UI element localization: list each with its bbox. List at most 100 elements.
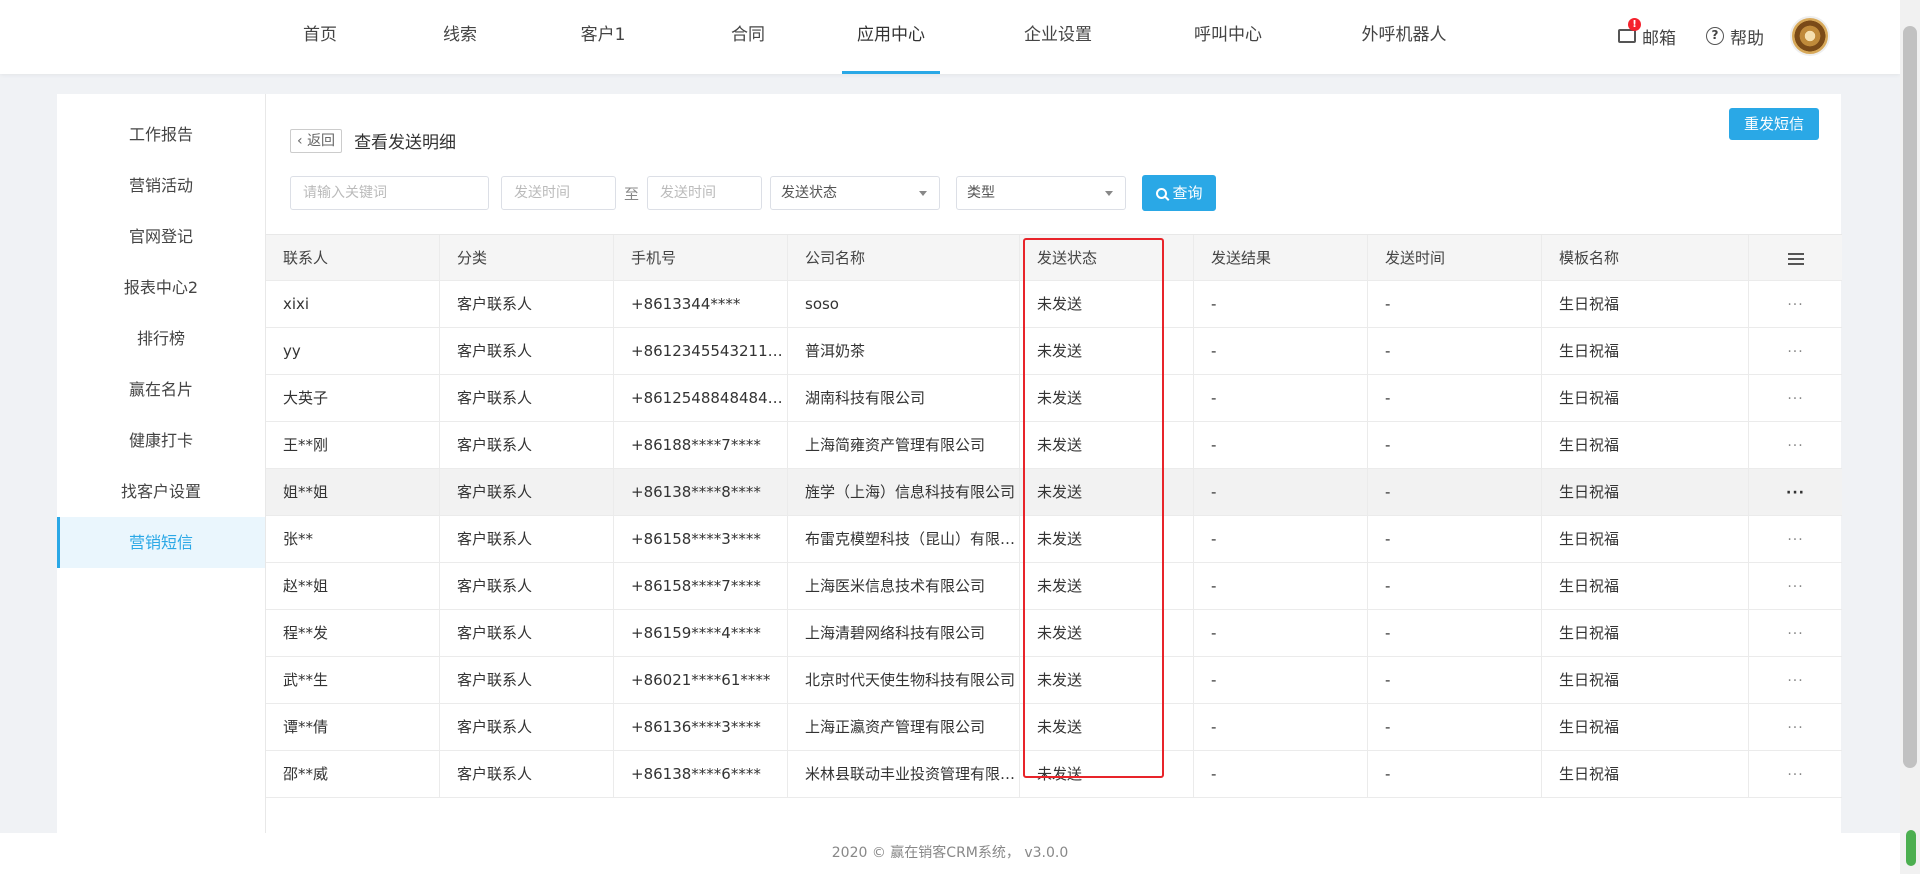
sidebar-item-business-card[interactable]: 赢在名片 (57, 364, 265, 415)
cell-category: 客户联系人 (440, 704, 614, 750)
keyword-input[interactable] (290, 176, 489, 210)
nav-item-app-center[interactable]: 应用中心 (842, 0, 940, 74)
main-panel: 重发短信 ‹ 返回 查看发送明细 至 发送状态 类型 查询 联系人 分类 手机号 (265, 94, 1842, 834)
cell-send-result: - (1194, 657, 1368, 703)
table-row[interactable]: 武**生 客户联系人 +86021****61**** 北京时代天使生物科技有限公司未… (266, 657, 1842, 704)
cell-template: 生日祝福 (1542, 751, 1749, 797)
sidebar-item-marketing-activity[interactable]: 营销活动 (57, 160, 265, 211)
cell-send-result: - (1194, 328, 1368, 374)
more-actions-icon[interactable]: ··· (1787, 673, 1803, 689)
sidebar-item-marketing-sms[interactable]: 营销短信 (57, 517, 265, 568)
help-icon: ? (1706, 27, 1724, 45)
cell-send-status: 未发送 (1020, 751, 1194, 797)
row-actions-cell: ··· (1749, 704, 1842, 750)
status-select[interactable]: 发送状态 (770, 176, 941, 210)
back-button[interactable]: ‹ 返回 (290, 128, 343, 153)
cell-phone: +86158****7**** (614, 563, 788, 609)
table-row[interactable]: 谭**倩 客户联系人 +86136****3**** 上海正瀛资产管理有限公司 未发送 -… (266, 704, 1842, 751)
cell-send-result: - (1194, 610, 1368, 656)
column-header-send-result: 发送结果 (1194, 235, 1368, 280)
nav-item-call-center[interactable]: 呼叫中心 (1170, 0, 1286, 74)
cell-company: 布雷克模塑科技（昆山）有限公司 (788, 516, 1020, 562)
sidebar-item-website-registration[interactable]: 官网登记 (57, 211, 265, 262)
cell-phone: +86158****3**** (614, 516, 788, 562)
cell-send-status: 未发送 (1020, 563, 1194, 609)
table-header: 联系人 分类 手机号 公司名称 发送状态 发送结果 发送时间 模板名称 (266, 234, 1842, 281)
cell-send-time: - (1368, 704, 1542, 750)
table-row[interactable]: yy客户联系人+86123455432112****普洱奶茶未发送--生日祝福·… (266, 328, 1842, 375)
more-actions-icon[interactable]: ··· (1787, 344, 1803, 360)
table-row[interactable]: 邵**威 客户联系人 +86138****6**** 米林县联动丰业投资管理有限公司未… (266, 751, 1842, 798)
cell-contact: 程**发 (266, 610, 440, 656)
more-actions-icon[interactable]: ··· (1787, 532, 1803, 548)
scrollbar-thumb[interactable] (1903, 26, 1917, 768)
cell-company: 米林县联动丰业投资管理有限公司 (788, 751, 1020, 797)
type-select[interactable]: 类型 (956, 176, 1127, 210)
more-actions-icon[interactable]: ··· (1787, 626, 1803, 642)
more-actions-icon[interactable]: ··· (1787, 438, 1803, 454)
nav-item-home[interactable]: 首页 (250, 0, 390, 74)
nav-item-leads[interactable]: 线索 (390, 0, 530, 74)
mailbox-button[interactable]: ! 邮箱 (1618, 17, 1676, 49)
cell-phone: +86138****6**** (614, 751, 788, 797)
table-row[interactable]: xixi 客户联系人 +8613344**** soso 未发送 - - 生日祝福 ··· (266, 281, 1842, 328)
list-icon (1787, 252, 1804, 265)
cell-category: 客户联系人 (440, 610, 614, 656)
sidebar: 工作报告 营销活动 官网登记 报表中心2 排行榜 赢在名片 健康打卡 找客户设置… (57, 94, 265, 834)
cell-send-result: - (1194, 375, 1368, 421)
more-actions-icon[interactable]: ··· (1787, 579, 1803, 595)
cell-template: 生日祝福 (1542, 375, 1749, 421)
table-row[interactable]: 程**发 客户联系人 +86159****4**** 上海清碧网络科技有限公司 未发送 -… (266, 610, 1842, 657)
cell-category: 客户联系人 (440, 516, 614, 562)
nav-item-contracts[interactable]: 合同 (676, 0, 820, 74)
cell-contact: xixi (266, 281, 440, 327)
cell-send-result: - (1194, 422, 1368, 468)
resend-sms-button[interactable]: 重发短信 (1729, 108, 1819, 140)
cell-template: 生日祝福 (1542, 281, 1749, 327)
table-row[interactable]: 大英子客户联系人+86125488484848****湖南科技有限公司未发送--… (266, 375, 1842, 422)
nav-item-customers[interactable]: 客户1 (530, 0, 676, 74)
sidebar-item-health-checkin[interactable]: 健康打卡 (57, 415, 265, 466)
column-header-template: 模板名称 (1542, 235, 1749, 280)
top-navbar: 首页 线索 客户1 合同 应用中心 企业设置 呼叫中心 外呼机器人 ! 邮箱 ?… (0, 0, 1900, 74)
avatar[interactable] (1790, 16, 1830, 56)
more-actions-icon[interactable]: ··· (1787, 391, 1803, 407)
sidebar-item-find-customer-settings[interactable]: 找客户设置 (57, 466, 265, 517)
more-actions-icon[interactable]: ··· (1787, 720, 1803, 736)
table-row[interactable]: 姐**姐 客户联系人 +86138****8**** 旌学（上海）信息科技有限公司 未发… (266, 469, 1842, 516)
cell-send-result: - (1194, 704, 1368, 750)
column-header-send-time: 发送时间 (1368, 235, 1542, 280)
table-row[interactable]: 王**刚 客户联系人 +86188****7**** 上海简雍资产管理有限公司 未发送 -… (266, 422, 1842, 469)
table-row[interactable]: 张** 客户联系人 +86158****3**** 布雷克模塑科技（昆山）有限公司 未发… (266, 516, 1842, 563)
help-label: 帮助 (1730, 28, 1764, 49)
more-actions-icon[interactable]: ··· (1787, 297, 1803, 313)
cell-phone: +86136****3**** (614, 704, 788, 750)
page-scrollbar[interactable] (1900, 0, 1920, 874)
page-header: ‹ 返回 查看发送明细 (290, 128, 456, 153)
table-row[interactable]: 赵**姐 客户联系人 +86158****7**** 上海医米信息技术有限公司 未发送 -… (266, 563, 1842, 610)
help-button[interactable]: ? 帮助 (1706, 24, 1764, 49)
sidebar-item-report-center[interactable]: 报表中心2 (57, 262, 265, 313)
sidebar-item-leaderboard[interactable]: 排行榜 (57, 313, 265, 364)
cell-send-time: - (1368, 657, 1542, 703)
column-settings-button[interactable] (1749, 235, 1842, 280)
query-button[interactable]: 查询 (1142, 175, 1217, 211)
chevron-left-icon: ‹ (297, 132, 303, 149)
row-actions-cell: ··· (1749, 516, 1842, 562)
cell-template: 生日祝福 (1542, 704, 1749, 750)
nav-item-outbound-robot[interactable]: 外呼机器人 (1336, 0, 1472, 74)
start-time-input[interactable] (501, 176, 616, 210)
end-time-input[interactable] (647, 176, 763, 210)
nav-item-enterprise-settings[interactable]: 企业设置 (1000, 0, 1116, 74)
sidebar-item-work-report[interactable]: 工作报告 (57, 109, 265, 160)
more-actions-icon[interactable]: ··· (1787, 767, 1803, 783)
cell-template: 生日祝福 (1542, 469, 1749, 515)
cell-send-time: - (1368, 281, 1542, 327)
cell-template: 生日祝福 (1542, 328, 1749, 374)
column-header-category: 分类 (440, 235, 614, 280)
caret-down-icon (919, 191, 928, 196)
cell-company: 上海正瀛资产管理有限公司 (788, 704, 1020, 750)
more-actions-icon[interactable]: ··· (1786, 485, 1805, 501)
cell-send-status: 未发送 (1020, 657, 1194, 703)
cell-company: soso (788, 281, 1020, 327)
